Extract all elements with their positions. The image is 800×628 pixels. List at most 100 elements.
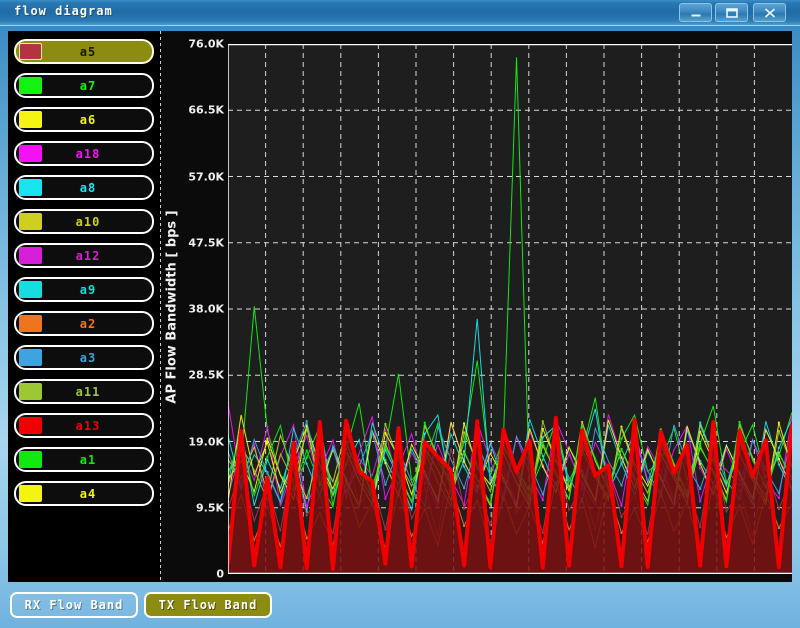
legend-item-a8[interactable]: a8 bbox=[14, 175, 154, 200]
y-axis-tick-label: 0 bbox=[216, 568, 224, 581]
series-marker bbox=[778, 458, 780, 460]
legend-item-label: a3 bbox=[42, 351, 134, 365]
legend-item-a3[interactable]: a3 bbox=[14, 345, 154, 370]
content-panel: a5a7a6a18a8a10a12a9a2a3a11a13a1a4 AP Flo… bbox=[8, 31, 792, 582]
legend-item-a18[interactable]: a18 bbox=[14, 141, 154, 166]
series-marker bbox=[620, 438, 622, 440]
series-marker bbox=[620, 532, 622, 534]
legend-item-label: a4 bbox=[42, 487, 134, 501]
legend-item-label: a9 bbox=[42, 283, 134, 297]
series-marker bbox=[542, 466, 544, 468]
series-marker bbox=[699, 500, 701, 502]
series-marker bbox=[778, 430, 780, 432]
series-marker bbox=[306, 514, 308, 516]
series-marker bbox=[699, 424, 701, 426]
series-marker bbox=[384, 462, 386, 464]
series-marker bbox=[266, 473, 268, 475]
legend-item-label: a1 bbox=[42, 453, 134, 467]
series-marker bbox=[266, 438, 268, 440]
legend-color-swatch bbox=[19, 315, 42, 332]
legend-item-label: a7 bbox=[42, 79, 134, 93]
series-marker bbox=[699, 488, 701, 490]
legend-item-a9[interactable]: a9 bbox=[14, 277, 154, 302]
series-marker bbox=[463, 422, 465, 424]
series-marker bbox=[384, 498, 386, 500]
tx-flow-band-label: TX Flow Band bbox=[159, 598, 258, 612]
series-marker bbox=[620, 462, 622, 464]
series-marker bbox=[306, 435, 308, 437]
legend-item-label: a18 bbox=[42, 147, 134, 161]
rx-flow-band-button[interactable]: RX Flow Band bbox=[10, 592, 138, 618]
series-marker bbox=[620, 448, 622, 450]
chart-panel: AP Flow Bandwidth [ bps ] 09.5K19.0K28.5… bbox=[160, 31, 792, 582]
legend-item-a4[interactable]: a4 bbox=[14, 481, 154, 506]
legend-item-a1[interactable]: a1 bbox=[14, 447, 154, 472]
y-axis-tick-label: 47.5K bbox=[188, 236, 224, 249]
series-marker bbox=[778, 422, 780, 424]
series-marker bbox=[384, 528, 386, 530]
legend-item-label: a12 bbox=[42, 249, 134, 263]
y-axis-tick-label: 28.5K bbox=[188, 369, 224, 382]
legend-item-a12[interactable]: a12 bbox=[14, 243, 154, 268]
series-marker bbox=[306, 497, 308, 499]
tx-flow-band-button[interactable]: TX Flow Band bbox=[144, 592, 272, 618]
legend-item-a10[interactable]: a10 bbox=[14, 209, 154, 234]
series-marker bbox=[620, 457, 622, 459]
y-axis-ticks: 09.5K19.0K28.5K38.0K47.5K57.0K66.5K76.0K bbox=[176, 31, 226, 582]
series-marker bbox=[384, 443, 386, 445]
series-marker bbox=[384, 484, 386, 486]
legend-item-label: a6 bbox=[42, 113, 134, 127]
series-marker bbox=[739, 421, 741, 423]
series-marker bbox=[581, 425, 583, 427]
panel-divider bbox=[160, 31, 161, 582]
legend-color-swatch bbox=[19, 417, 42, 434]
series-marker bbox=[463, 431, 465, 433]
series-marker bbox=[699, 467, 701, 469]
series-marker bbox=[620, 484, 622, 486]
series-marker bbox=[778, 453, 780, 455]
legend-item-a13[interactable]: a13 bbox=[14, 413, 154, 438]
legend-item-a6[interactable]: a6 bbox=[14, 107, 154, 132]
legend-item-a5[interactable]: a5 bbox=[14, 39, 154, 64]
series-marker bbox=[306, 457, 308, 459]
series-marker bbox=[424, 422, 426, 424]
y-axis-tick-label: 9.5K bbox=[196, 501, 224, 514]
series-marker bbox=[266, 426, 268, 428]
series-marker bbox=[542, 436, 544, 438]
legend-item-a2[interactable]: a2 bbox=[14, 311, 154, 336]
series-marker bbox=[699, 445, 701, 447]
series-marker bbox=[463, 441, 465, 443]
legend-color-swatch bbox=[19, 349, 42, 366]
y-axis-tick-label: 19.0K bbox=[188, 435, 224, 448]
minimize-button[interactable] bbox=[679, 3, 712, 22]
close-button[interactable] bbox=[753, 3, 786, 22]
app-window: flow diagram a5a7a6a18a8a10a1 bbox=[0, 0, 800, 628]
rx-flow-band-label: RX Flow Band bbox=[25, 598, 124, 612]
legend-item-a7[interactable]: a7 bbox=[14, 73, 154, 98]
series-marker bbox=[542, 499, 544, 501]
legend-color-swatch bbox=[19, 43, 42, 60]
legend-item-label: a2 bbox=[42, 317, 134, 331]
legend-color-swatch bbox=[19, 383, 42, 400]
series-marker bbox=[463, 487, 465, 489]
maximize-button[interactable] bbox=[715, 3, 748, 22]
legend-color-swatch bbox=[19, 281, 42, 298]
series-marker bbox=[542, 455, 544, 457]
legend-color-swatch bbox=[19, 111, 42, 128]
series-marker bbox=[463, 507, 465, 509]
series-marker bbox=[699, 422, 701, 424]
series-marker bbox=[699, 463, 701, 465]
legend-item-label: a8 bbox=[42, 181, 134, 195]
chart-svg bbox=[228, 44, 792, 574]
series-marker bbox=[778, 527, 780, 529]
legend-item-a11[interactable]: a11 bbox=[14, 379, 154, 404]
legend-color-swatch bbox=[19, 451, 42, 468]
series-marker bbox=[778, 497, 780, 499]
series-marker bbox=[778, 492, 780, 494]
series-marker bbox=[384, 432, 386, 434]
series-marker bbox=[306, 506, 308, 508]
series-marker bbox=[463, 466, 465, 468]
series-marker bbox=[699, 526, 701, 528]
series-marker bbox=[542, 494, 544, 496]
series-marker bbox=[620, 505, 622, 507]
